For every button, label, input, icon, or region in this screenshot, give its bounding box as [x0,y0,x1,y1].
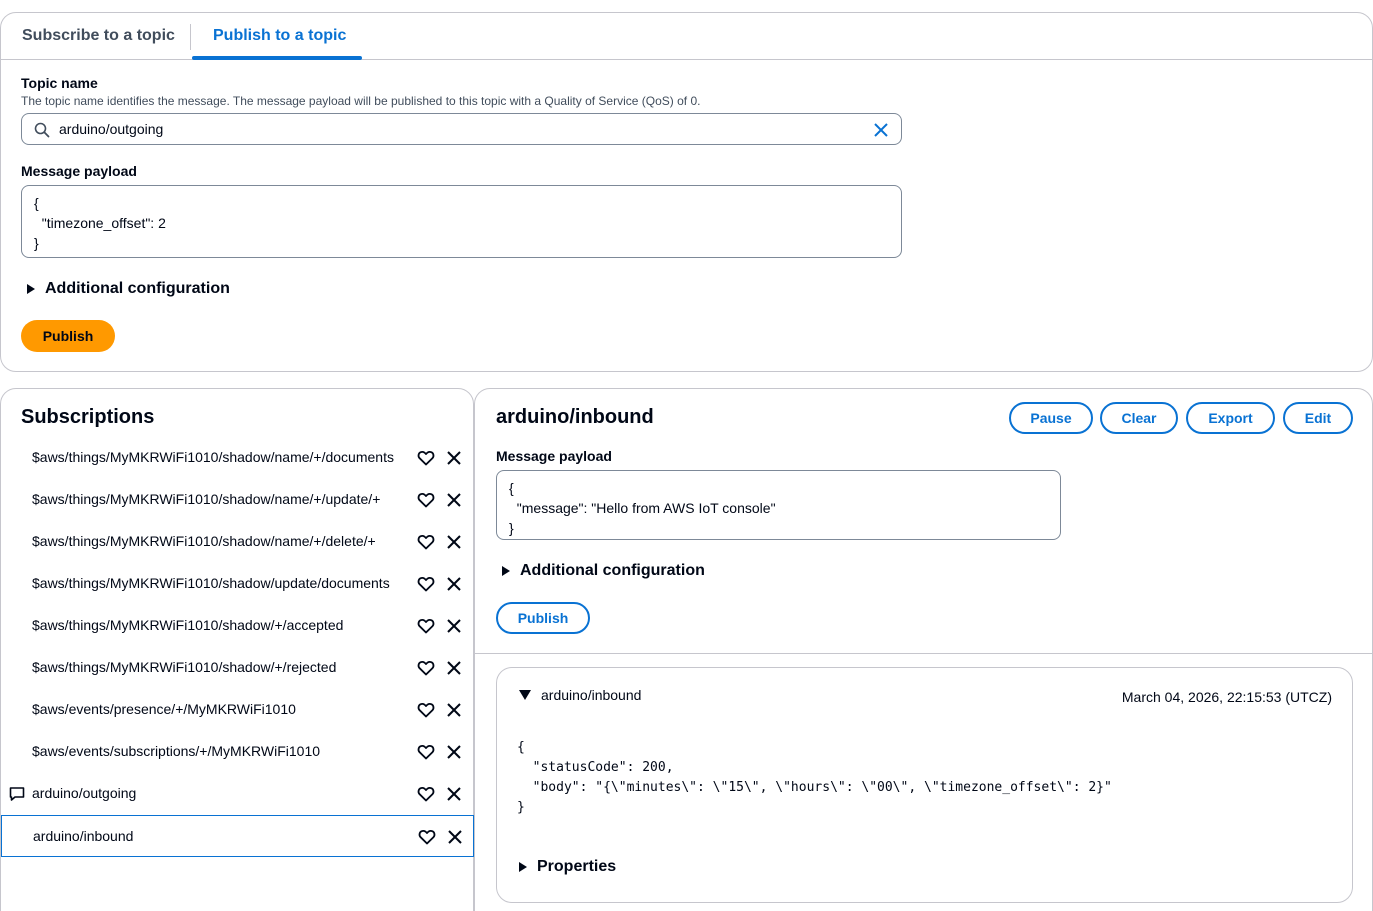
remove-subscription-icon[interactable] [446,450,462,466]
tab-separator [190,24,191,50]
subscription-row[interactable]: $aws/things/MyMKRWiFi1010/shadow/+/accep… [1,605,474,647]
additional-configuration-expander[interactable]: Additional configuration [27,280,230,298]
detail-payload-label: Message payload [496,448,612,464]
subscription-row[interactable]: $aws/things/MyMKRWiFi1010/shadow/update/… [1,563,474,605]
publish-button[interactable]: Publish [21,320,115,352]
subscription-topic: $aws/things/MyMKRWiFi1010/shadow/+/rejec… [32,659,337,675]
subscription-row[interactable]: $aws/things/MyMKRWiFi1010/shadow/name/+/… [1,479,474,521]
message-payload-textarea[interactable]: { "timezone_offset": 2 } [21,185,902,258]
subscriptions-panel: Subscriptions $aws/things/MyMKRWiFi1010/… [0,388,474,911]
caret-right-icon [502,566,510,576]
message-timestamp: March 04, 2026, 22:15:53 (UTCZ) [1121,689,1332,705]
detail-additional-configuration-label: Additional configuration [520,562,705,579]
favorite-icon[interactable] [417,743,435,761]
tab-subscribe[interactable]: Subscribe to a topic [22,27,175,45]
subscriptions-title: Subscriptions [21,406,155,428]
subscription-row[interactable]: $aws/things/MyMKRWiFi1010/shadow/+/rejec… [1,647,474,689]
remove-subscription-icon[interactable] [446,618,462,634]
subscription-row[interactable]: $aws/events/subscriptions/+/MyMKRWiFi101… [1,731,474,773]
tab-bar: Subscribe to a topic Publish to a topic [1,13,1372,60]
export-button[interactable]: Export [1186,402,1275,434]
subscription-row[interactable]: arduino/inbound [1,815,474,857]
subscription-topic: $aws/things/MyMKRWiFi1010/shadow/name/+/… [32,449,394,465]
subscription-topic: arduino/outgoing [32,785,137,801]
subscription-topic: $aws/things/MyMKRWiFi1010/shadow/name/+/… [32,533,376,549]
topic-name-label: Topic name [21,75,98,91]
detail-publish-button[interactable]: Publish [496,602,590,634]
received-message: arduino/inbound March 04, 2026, 22:15:53… [496,667,1353,903]
message-topic: arduino/inbound [541,687,642,703]
subscription-topic: $aws/events/subscriptions/+/MyMKRWiFi101… [32,743,321,759]
favorite-icon[interactable] [417,449,435,467]
topic-name-description: The topic name identifies the message. T… [21,94,701,108]
subscription-row[interactable]: $aws/things/MyMKRWiFi1010/shadow/name/+/… [1,521,474,563]
message-topic-expander[interactable]: arduino/inbound [519,687,641,703]
favorite-icon[interactable] [417,659,435,677]
favorite-icon[interactable] [417,617,435,635]
clear-button[interactable]: Clear [1100,402,1178,434]
properties-expander[interactable]: Properties [519,858,616,876]
favorite-icon[interactable] [417,785,435,803]
additional-configuration-label: Additional configuration [45,280,230,297]
remove-subscription-icon[interactable] [446,492,462,508]
caret-right-icon [519,862,527,872]
message-body: { "statusCode": 200, "body": "{\"minutes… [517,740,1112,815]
active-tab-indicator [192,56,362,60]
tab-publish[interactable]: Publish to a topic [213,27,346,45]
pause-button[interactable]: Pause [1009,402,1093,434]
remove-subscription-icon[interactable] [446,534,462,550]
favorite-icon[interactable] [417,533,435,551]
message-icon [9,787,25,801]
search-icon [34,122,50,138]
subscription-row[interactable]: arduino/outgoing [1,773,474,815]
publish-panel: Subscribe to a topic Publish to a topic … [0,12,1373,372]
subscription-row[interactable]: $aws/things/MyMKRWiFi1010/shadow/name/+/… [1,437,474,479]
topic-name-value: arduino/outgoing [59,121,164,137]
remove-subscription-icon[interactable] [446,576,462,592]
remove-subscription-icon[interactable] [446,786,462,802]
favorite-icon[interactable] [417,491,435,509]
edit-button[interactable]: Edit [1283,402,1353,434]
subscription-row[interactable]: $aws/events/presence/+/MyMKRWiFi1010 [1,689,474,731]
subscription-topic: $aws/events/presence/+/MyMKRWiFi1010 [32,701,296,717]
remove-subscription-icon[interactable] [446,744,462,760]
message-payload-label: Message payload [21,163,137,179]
topic-name-input[interactable]: arduino/outgoing [21,113,902,145]
subscription-detail-panel: arduino/inbound Pause Clear Export Edit … [474,388,1373,911]
subscription-topic: $aws/things/MyMKRWiFi1010/shadow/name/+/… [32,491,381,507]
caret-down-icon [519,690,531,700]
subscription-topic: $aws/things/MyMKRWiFi1010/shadow/update/… [32,575,390,591]
remove-subscription-icon[interactable] [446,702,462,718]
remove-subscription-icon[interactable] [447,829,463,845]
favorite-icon[interactable] [417,701,435,719]
favorite-icon[interactable] [418,828,436,846]
section-divider [475,653,1372,654]
subscription-topic: $aws/things/MyMKRWiFi1010/shadow/+/accep… [32,617,344,633]
favorite-icon[interactable] [417,575,435,593]
detail-payload-textarea[interactable]: { "message": "Hello from AWS IoT console… [496,470,1061,540]
detail-topic-title: arduino/inbound [496,406,654,428]
properties-label: Properties [537,858,617,875]
subscription-topic: arduino/inbound [33,828,134,844]
caret-right-icon [27,284,35,294]
clear-icon[interactable] [873,122,889,138]
detail-additional-configuration-expander[interactable]: Additional configuration [502,562,705,580]
remove-subscription-icon[interactable] [446,660,462,676]
